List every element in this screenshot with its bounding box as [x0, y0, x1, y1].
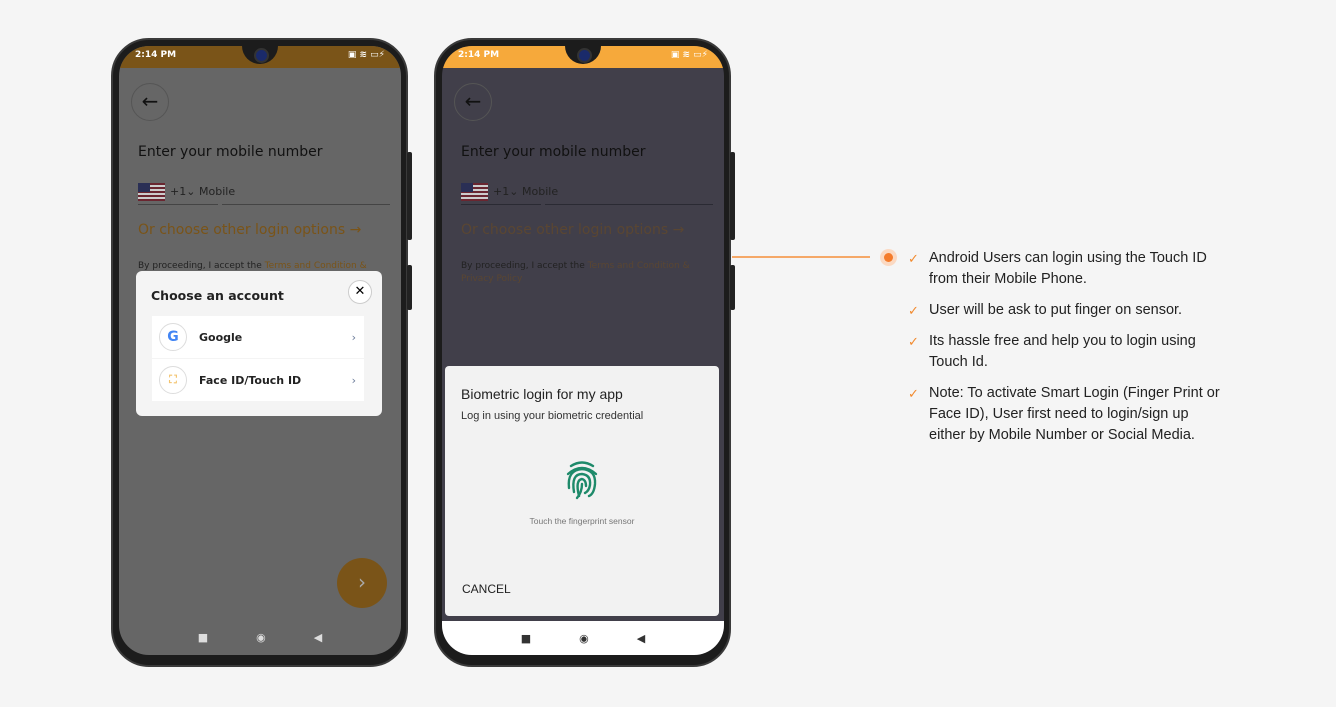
us-flag-icon[interactable]	[138, 183, 165, 201]
screen-right: 2:14 PM ▣ ≋ ▭⚡ ← Enter your mobile number…	[442, 46, 724, 655]
dialog-title: Biometric login for my app	[461, 386, 623, 402]
recents-icon[interactable]: ■	[198, 631, 208, 644]
dialog-subtitle: Log in using your biometric credential	[461, 410, 644, 422]
page-title: Enter your mobile number	[138, 144, 323, 160]
back-button[interactable]: ←	[131, 83, 169, 121]
next-button[interactable]: ›	[337, 558, 387, 608]
option-google[interactable]: G Google ›	[152, 316, 364, 358]
check-circle-icon: ✓	[908, 386, 919, 401]
android-nav-bar: ■ ◉ ◀	[442, 621, 724, 655]
choose-account-modal: Choose an account ✕ G Google › ⛶ Face ID/To…	[136, 271, 382, 416]
country-code-select[interactable]: +1⌄	[170, 185, 195, 198]
check-circle-icon: ✓	[908, 303, 919, 318]
check-circle-icon: ✓	[908, 334, 919, 349]
terms-text: By proceeding, I accept the Terms and Co…	[461, 261, 690, 284]
close-icon[interactable]: ✕	[348, 280, 372, 304]
feature-item: ✓ Note: To activate Smart Login (Finger P…	[908, 383, 1228, 446]
back-button[interactable]: ←	[454, 83, 492, 121]
chevron-right-icon: ›	[351, 330, 356, 344]
feature-item: ✓ User will be ask to put finger on senso…	[908, 300, 1228, 321]
face-id-icon: ⛶	[159, 366, 187, 394]
fingerprint-hint: Touch the fingerprint sensor	[529, 516, 635, 526]
other-login-options-link[interactable]: Or choose other login options →	[461, 222, 684, 238]
page-title: Enter your mobile number	[461, 144, 646, 160]
feature-item: ✓ Android Users can login using the Touch…	[908, 248, 1228, 290]
fingerprint-icon	[566, 461, 598, 500]
screen-left: 2:14 PM ▣ ≋ ▭⚡ ← Enter your mobile number…	[119, 46, 401, 655]
status-time: 2:14 PM	[458, 50, 500, 60]
country-code-select[interactable]: +1⌄	[493, 185, 518, 198]
status-icons: ▣ ≋ ▭⚡	[670, 50, 708, 60]
phone-left: 2:14 PM ▣ ≋ ▭⚡ ← Enter your mobile number…	[111, 38, 412, 667]
cancel-button[interactable]: CANCEL	[462, 582, 511, 596]
mobile-input[interactable]: Mobile	[199, 185, 235, 198]
connector-line	[732, 256, 870, 258]
feature-item: ✓ Its hassle free and help you to login u…	[908, 331, 1228, 373]
status-time: 2:14 PM	[135, 50, 177, 60]
feature-list: ✓ Android Users can login using the Touch…	[908, 248, 1228, 456]
home-icon[interactable]: ◉	[579, 632, 589, 645]
home-icon[interactable]: ◉	[256, 631, 266, 644]
back-nav-icon[interactable]: ◀	[314, 631, 322, 644]
google-icon: G	[159, 323, 187, 351]
mobile-input[interactable]: Mobile	[522, 185, 558, 198]
other-login-options-link[interactable]: Or choose other login options →	[138, 222, 361, 238]
chevron-right-icon: ›	[351, 373, 356, 387]
status-icons: ▣ ≋ ▭⚡	[347, 50, 385, 60]
modal-title: Choose an account	[151, 288, 284, 303]
android-nav-bar: ■ ◉ ◀	[119, 619, 401, 655]
connector-dot	[880, 249, 897, 266]
option-face-id[interactable]: ⛶ Face ID/Touch ID ›	[152, 359, 364, 401]
biometric-dialog: Biometric login for my app Log in using …	[445, 366, 719, 616]
recents-icon[interactable]: ■	[521, 632, 531, 645]
check-circle-icon: ✓	[908, 251, 919, 266]
back-nav-icon[interactable]: ◀	[637, 632, 645, 645]
us-flag-icon[interactable]	[461, 183, 488, 201]
phone-right: 2:14 PM ▣ ≋ ▭⚡ ← Enter your mobile number…	[434, 38, 735, 667]
